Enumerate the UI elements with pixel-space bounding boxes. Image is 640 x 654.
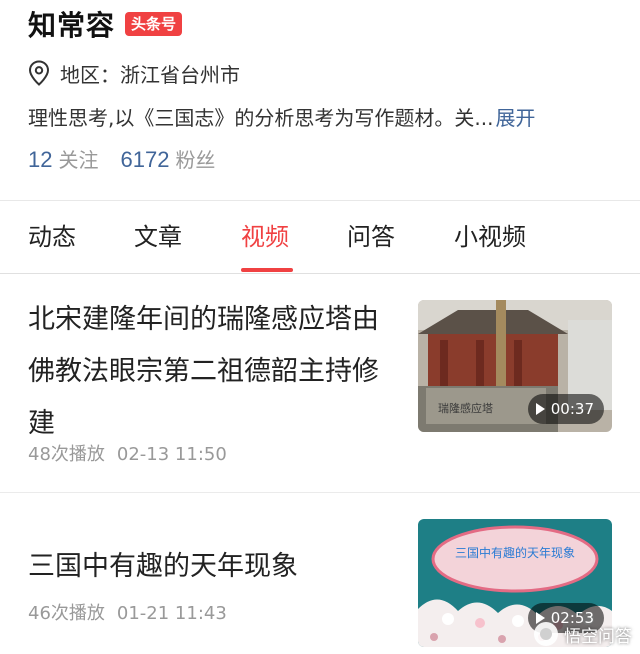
video-meta: 46次播放 01-21 11:43 (28, 599, 227, 625)
following-label[interactable]: 关注 (58, 144, 98, 173)
tab-qa[interactable]: 问答 (347, 221, 395, 253)
video-title[interactable]: 北宋建隆年间的瑞隆感应塔由佛教法眼宗第二祖德韶主持修建 (28, 294, 398, 450)
followers-label[interactable]: 粉丝 (175, 144, 215, 173)
followers-count[interactable]: 6172 (120, 147, 169, 173)
play-icon (535, 403, 545, 415)
wukong-logo-icon (534, 622, 558, 646)
region-text: 地区：浙江省台州市 (60, 62, 240, 87)
video-title[interactable]: 三国中有趣的天年现象 (28, 541, 398, 593)
video-meta: 48次播放 02-13 11:50 (28, 440, 227, 466)
region-row: 地区：浙江省台州市 (28, 58, 240, 88)
publish-time: 02-13 11:50 (116, 444, 227, 465)
tab-articles[interactable]: 文章 (134, 221, 182, 253)
profile-name: 知常容 (28, 9, 116, 42)
duration-badge: 00:37 (527, 394, 604, 424)
tab-videos[interactable]: 视频 (241, 221, 289, 253)
video-duration: 00:37 (550, 400, 594, 418)
video-item[interactable]: 北宋建隆年间的瑞隆感应塔由佛教法眼宗第二祖德韶主持修建 48次播放 02-13 1… (0, 274, 640, 492)
active-tab-indicator (241, 268, 293, 272)
tab-dynamics[interactable]: 动态 (28, 221, 76, 253)
profile-name-row: 知常容 头条号 (28, 6, 183, 42)
bio-row: 理性思考,以《三国志》的分析思考为写作题材。关... 展开 (28, 100, 535, 132)
publish-time: 01-21 11:43 (116, 603, 227, 624)
location-pin-icon (28, 60, 50, 86)
thumbnail-caption: 三国中有趣的天年现象 (455, 545, 575, 560)
following-count[interactable]: 12 (28, 147, 52, 173)
profile-header: 知常容 头条号 地区：浙江省台州市 理性思考,以《三国志》的分析思考为写作题材。… (0, 0, 640, 200)
tab-bar: 动态 文章 视频 问答 小视频 (0, 201, 640, 273)
play-count: 46次播放 (28, 603, 105, 624)
wukong-watermark: 悟空问答 (534, 620, 632, 648)
bio-text: 理性思考,以《三国志》的分析思考为写作题材。关... (28, 105, 494, 130)
thumbnail-caption: 瑞隆感应塔 (438, 401, 493, 415)
tab-short-videos[interactable]: 小视频 (454, 221, 526, 253)
play-count: 48次播放 (28, 444, 105, 465)
stats-row: 12 关注 6172 粉丝 (28, 144, 237, 178)
toutiao-badge: 头条号 (125, 12, 183, 36)
bio-expand-link[interactable]: 展开 (495, 102, 535, 131)
video-thumbnail[interactable]: 瑞隆感应塔 00:37 (418, 300, 612, 432)
watermark-text: 悟空问答 (564, 626, 632, 647)
